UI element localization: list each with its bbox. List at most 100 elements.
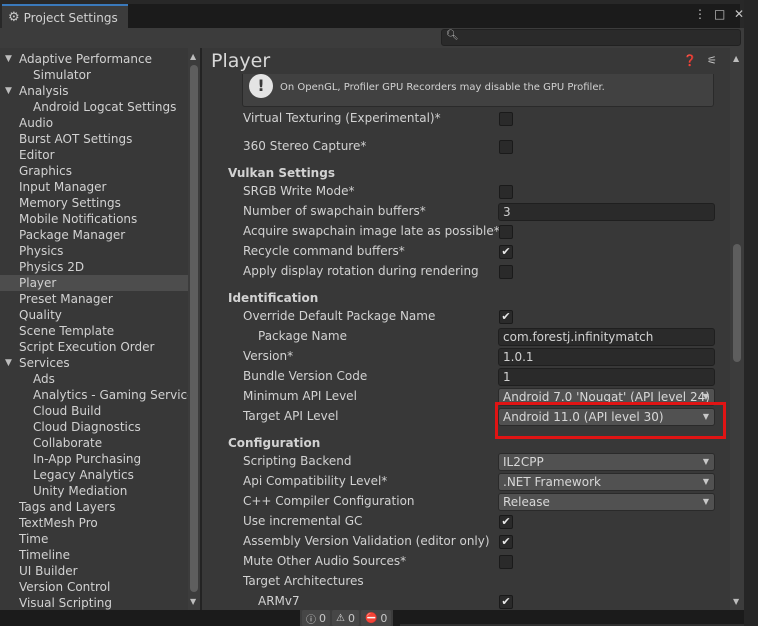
sidebar-item-collaborate[interactable]: Collaborate: [0, 435, 188, 451]
close-icon[interactable]: ✕: [734, 7, 744, 21]
row-srgb-write-mode: SRGB Write Mode*: [202, 182, 732, 202]
stereo-capture-checkbox[interactable]: [499, 140, 513, 154]
mute-other-audio-checkbox[interactable]: [499, 555, 513, 569]
warning-text: On OpenGL, Profiler GPU Recorders may di…: [280, 82, 605, 93]
more-menu-icon[interactable]: ⋮: [694, 7, 706, 21]
row-scripting-backend: Scripting Backend IL2CPP ▼: [202, 452, 732, 472]
section-vulkan-settings: Vulkan Settings: [228, 166, 335, 180]
row-display-rotation: Apply display rotation during rendering: [202, 262, 732, 282]
sidebar-item-unity-mediation[interactable]: Unity Mediation: [0, 483, 188, 499]
warning-count-button[interactable]: ⚠ 0: [332, 610, 359, 626]
sidebar-item-simulator[interactable]: Simulator: [0, 67, 188, 83]
row-version: Version* 1.0.1: [202, 347, 732, 367]
sidebar-item-visual-scripting[interactable]: Visual Scripting: [0, 595, 188, 610]
checkmark-icon: ✔: [501, 595, 511, 608]
gear-icon: ⚙: [8, 10, 20, 25]
api-compatibility-level-dropdown[interactable]: .NET Framework ▼: [498, 473, 715, 491]
row-assembly-version-validation: Assembly Version Validation (editor only…: [202, 532, 732, 552]
sidebar-scrollbar[interactable]: ▲ ▼: [188, 48, 200, 610]
tab-project-settings[interactable]: ⚙ Project Settings: [2, 4, 128, 29]
search-input[interactable]: [460, 30, 738, 45]
sidebar-item-package-manager[interactable]: Package Manager: [0, 227, 188, 243]
assembly-version-validation-checkbox[interactable]: ✔: [499, 535, 513, 549]
sidebar-item-burst-aot-settings[interactable]: Burst AOT Settings: [0, 131, 188, 147]
sidebar-item-adaptive-performance[interactable]: ▼ Adaptive Performance: [0, 51, 188, 67]
sidebar-item-textmesh-pro[interactable]: TextMesh Pro: [0, 515, 188, 531]
sidebar-item-analytics-gaming-services[interactable]: Analytics - Gaming Services: [0, 387, 200, 403]
panel-header: Player ❓ ⚟ ⋮: [202, 48, 744, 74]
cpp-compiler-configuration-dropdown[interactable]: Release ▼: [498, 493, 715, 511]
armv7-checkbox[interactable]: ✔: [499, 595, 513, 609]
foldout-expanded-icon[interactable]: ▼: [5, 51, 12, 67]
sidebar-item-input-manager[interactable]: Input Manager: [0, 179, 188, 195]
section-identification: Identification: [228, 291, 319, 305]
sidebar-item-timeline[interactable]: Timeline: [0, 547, 188, 563]
row-target-architectures: Target Architectures: [243, 574, 364, 588]
page-title: Player: [211, 50, 271, 72]
row-recycle-command-buffers: Recycle command buffers* ✔: [202, 242, 732, 262]
sidebar-item-tags-and-layers[interactable]: Tags and Layers: [0, 499, 188, 515]
version-field[interactable]: 1.0.1: [498, 348, 715, 366]
foldout-expanded-icon[interactable]: ▼: [5, 355, 12, 371]
sidebar-item-in-app-purchasing[interactable]: In-App Purchasing: [0, 451, 188, 467]
sidebar-item-services[interactable]: ▼ Services: [0, 355, 188, 371]
sidebar-item-physics-2d[interactable]: Physics 2D: [0, 259, 188, 275]
settings-sidebar: ▼ Adaptive Performance Simulator ▼ Analysi…: [0, 48, 200, 610]
chevron-down-icon: ▼: [702, 497, 709, 506]
package-name-field[interactable]: com.forestj.infinitymatch: [498, 328, 715, 346]
info-count-button[interactable]: ⓘ 0: [302, 610, 330, 626]
override-package-name-checkbox[interactable]: ✔: [499, 310, 513, 324]
sidebar-item-ui-builder[interactable]: UI Builder: [0, 563, 188, 579]
scripting-backend-dropdown[interactable]: IL2CPP ▼: [498, 453, 715, 471]
sidebar-item-audio[interactable]: Audio: [0, 115, 188, 131]
help-icon[interactable]: ❓: [683, 54, 697, 67]
sidebar-item-script-execution-order[interactable]: Script Execution Order: [0, 339, 188, 355]
sidebar-item-version-control[interactable]: Version Control: [0, 579, 188, 595]
checkmark-icon: ✔: [501, 245, 511, 258]
panel-scroll-thumb[interactable]: [733, 244, 741, 362]
scroll-up-icon[interactable]: ▲: [733, 54, 739, 63]
tab-title: Project Settings: [23, 10, 118, 25]
window-controls: ⋮ □ ✕: [694, 7, 744, 21]
sidebar-list: ▼ Adaptive Performance Simulator ▼ Analysi…: [0, 51, 200, 610]
sidebar-item-memory-settings[interactable]: Memory Settings: [0, 195, 188, 211]
chevron-down-icon: ▼: [702, 457, 709, 466]
sidebar-item-cloud-diagnostics[interactable]: Cloud Diagnostics: [0, 419, 188, 435]
maximize-icon[interactable]: □: [714, 7, 725, 21]
bundle-version-code-field[interactable]: 1: [498, 368, 715, 386]
sidebar-item-graphics[interactable]: Graphics: [0, 163, 188, 179]
swapchain-buffers-field[interactable]: 3: [498, 203, 715, 221]
error-count-button[interactable]: ⛔ 0: [360, 610, 392, 626]
recycle-command-buffers-checkbox[interactable]: ✔: [499, 245, 513, 259]
display-rotation-checkbox[interactable]: [499, 265, 513, 279]
row-360-stereo-capture: 360 Stereo Capture*: [202, 137, 732, 157]
sidebar-scroll-thumb[interactable]: [190, 65, 198, 592]
sidebar-item-physics[interactable]: Physics: [0, 243, 188, 259]
sidebar-item-mobile-notifications[interactable]: Mobile Notifications: [0, 211, 188, 227]
scroll-down-icon[interactable]: ▼: [733, 597, 739, 606]
sidebar-item-time[interactable]: Time: [0, 531, 188, 547]
scroll-down-icon[interactable]: ▼: [190, 597, 196, 606]
incremental-gc-checkbox[interactable]: ✔: [499, 515, 513, 529]
sidebar-item-editor[interactable]: Editor: [0, 147, 188, 163]
srgb-write-mode-checkbox[interactable]: [499, 185, 513, 199]
sidebar-item-scene-template[interactable]: Scene Template: [0, 323, 188, 339]
foldout-expanded-icon[interactable]: ▼: [5, 83, 12, 99]
sidebar-item-legacy-analytics[interactable]: Legacy Analytics: [0, 467, 188, 483]
sidebar-item-analysis[interactable]: ▼ Analysis: [0, 83, 188, 99]
sidebar-item-ads[interactable]: Ads: [0, 371, 188, 387]
window-edge: [744, 0, 758, 626]
sidebar-item-preset-manager[interactable]: Preset Manager: [0, 291, 188, 307]
row-acquire-swapchain-late: Acquire swapchain image late as possible…: [202, 222, 732, 242]
presets-icon[interactable]: ⚟: [707, 54, 717, 67]
panel-scrollbar[interactable]: ▲ ▼: [730, 48, 744, 610]
acquire-swapchain-late-checkbox[interactable]: [499, 225, 513, 239]
sidebar-item-cloud-build[interactable]: Cloud Build: [0, 403, 188, 419]
sidebar-item-player[interactable]: Player: [0, 275, 188, 291]
scroll-up-icon[interactable]: ▲: [190, 52, 196, 61]
sidebar-item-quality[interactable]: Quality: [0, 307, 188, 323]
virtual-texturing-checkbox[interactable]: [499, 112, 513, 126]
sidebar-item-android-logcat-settings[interactable]: Android Logcat Settings: [0, 99, 188, 115]
status-bar: ⓘ 0 ⚠ 0 ⛔ 0: [0, 610, 744, 626]
search-box[interactable]: 🔍︎: [441, 29, 741, 46]
